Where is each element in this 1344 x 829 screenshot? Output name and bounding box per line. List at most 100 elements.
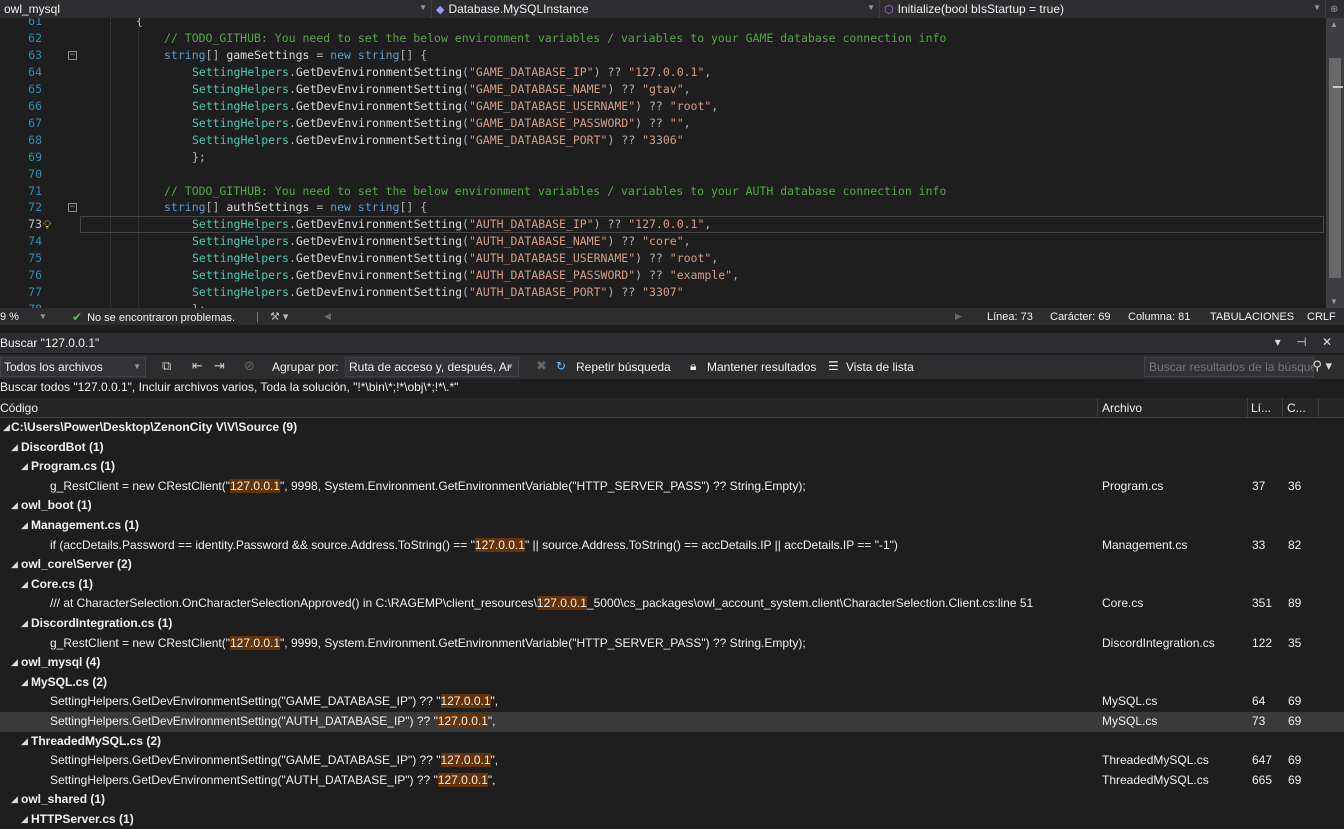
- column-line[interactable]: Lí...: [1251, 401, 1271, 415]
- column-separator[interactable]: [1282, 398, 1283, 418]
- expand-icon[interactable]: ◢: [21, 673, 28, 692]
- scroll-right-icon[interactable]: ▶: [955, 311, 962, 322]
- collapse-icon[interactable]: −: [68, 50, 77, 60]
- scroll-left-icon[interactable]: ◀: [324, 311, 331, 322]
- chevron-down-icon[interactable]: ▼: [39, 312, 47, 321]
- code-line[interactable]: 78};: [0, 301, 1326, 308]
- scrollbar-thumb[interactable]: [1329, 58, 1341, 278]
- column-separator[interactable]: [1247, 398, 1248, 418]
- result-col: 89: [1288, 596, 1302, 611]
- result-group[interactable]: ◢ DiscordIntegration.cs (1): [0, 614, 1344, 634]
- result-group[interactable]: ◢ Program.cs (1): [0, 457, 1344, 477]
- code-line[interactable]: 65 SettingHelpers.GetDevEnvironmentSettin…: [0, 81, 1326, 98]
- expand-icon[interactable]: ◢: [21, 810, 28, 829]
- stop-search-icon[interactable]: ✖: [536, 358, 547, 374]
- char-indicator[interactable]: Carácter: 69: [1050, 311, 1111, 323]
- code-editor[interactable]: 61 {62 // TODO_GITHUB: You need to set the…: [0, 18, 1344, 308]
- expand-icon[interactable]: ◢: [21, 732, 28, 751]
- code-line[interactable]: 77 SettingHelpers.GetDevEnvironmentSettin…: [0, 284, 1326, 301]
- column-separator[interactable]: [1318, 398, 1319, 418]
- clear-filter-icon[interactable]: ⊘: [244, 358, 255, 374]
- code-line[interactable]: 69};: [0, 149, 1326, 166]
- expand-icon[interactable]: ◢: [21, 575, 28, 594]
- list-view-button[interactable]: Vista de lista: [846, 360, 914, 374]
- code-line[interactable]: 76 SettingHelpers.GetDevEnvironmentSettin…: [0, 267, 1326, 284]
- repeat-search-button[interactable]: Repetir búsqueda: [576, 360, 671, 374]
- result-group[interactable]: ◢ C:\Users\Power\Desktop\ZenonCity V\V\So…: [0, 418, 1344, 438]
- group-by-dropdown[interactable]: Ruta de acceso y, después, Ar ▼: [345, 357, 519, 377]
- expand-icon[interactable]: ◢: [21, 516, 28, 535]
- result-group[interactable]: ◢ owl_mysql (4): [0, 653, 1344, 673]
- project-dropdown[interactable]: owl_mysql ▼: [0, 0, 432, 18]
- result-group[interactable]: ◢ Management.cs (1): [0, 516, 1344, 536]
- result-group[interactable]: ◢ Core.cs (1): [0, 575, 1344, 595]
- expand-icon[interactable]: ◢: [11, 653, 18, 672]
- expand-icon[interactable]: ◢: [21, 457, 28, 476]
- column-col[interactable]: C...: [1287, 401, 1306, 415]
- collapse-icon[interactable]: −: [68, 203, 77, 213]
- code-line[interactable]: 70: [0, 166, 1326, 183]
- code-line[interactable]: 66 SettingHelpers.GetDevEnvironmentSettin…: [0, 98, 1326, 115]
- code-line[interactable]: 64 SettingHelpers.GetDevEnvironmentSettin…: [0, 64, 1326, 81]
- result-line: 351: [1252, 596, 1273, 611]
- expand-icon[interactable]: ◢: [11, 790, 18, 809]
- column-separator[interactable]: [1097, 398, 1098, 418]
- result-group[interactable]: ◢ MySQL.cs (2): [0, 673, 1344, 693]
- expand-icon[interactable]: ◢: [11, 438, 18, 457]
- code-line[interactable]: 71 // TODO_GITHUB: You need to set the be…: [0, 183, 1326, 200]
- code-line[interactable]: 68 SettingHelpers.GetDevEnvironmentSettin…: [0, 132, 1326, 149]
- result-group[interactable]: ◢ DiscordBot (1): [0, 438, 1344, 458]
- eol-indicator[interactable]: CRLF: [1307, 311, 1336, 323]
- panel-controls[interactable]: ▾ ⊣ ✕: [1275, 335, 1338, 349]
- problems-indicator[interactable]: ✔ No se encontraron problemas.: [72, 310, 235, 324]
- result-group[interactable]: ◢ ThreadedMySQL.cs (2): [0, 732, 1344, 752]
- result-row[interactable]: /// at CharacterSelection.OnCharacterSel…: [0, 594, 1344, 614]
- code-line[interactable]: 63 − string[] gameSettings = new string[] …: [0, 47, 1326, 64]
- class-dropdown[interactable]: ◆ Database.MySQLInstance ▼: [432, 0, 880, 18]
- column-code[interactable]: Código: [0, 401, 38, 415]
- code-line[interactable]: 72 − string[] authSettings = new string[] …: [0, 199, 1326, 216]
- result-row[interactable]: SettingHelpers.GetDevEnvironmentSetting(…: [0, 771, 1344, 791]
- result-group[interactable]: ◢ HTTPServer.cs (1): [0, 810, 1344, 829]
- brush-icon[interactable]: ⚒ ▾: [270, 310, 288, 323]
- results-tree[interactable]: ◢ C:\Users\Power\Desktop\ZenonCity V\V\So…: [0, 418, 1344, 829]
- code-line[interactable]: 67 SettingHelpers.GetDevEnvironmentSettin…: [0, 115, 1326, 132]
- result-group[interactable]: ◢ owl_boot (1): [0, 496, 1344, 516]
- line-number: 76: [28, 268, 42, 283]
- result-group[interactable]: ◢ owl_core\Server (2): [0, 555, 1344, 575]
- expand-icon[interactable]: ◢: [21, 614, 28, 633]
- expand-icon[interactable]: ◢: [11, 555, 18, 574]
- method-dropdown[interactable]: ⬡ Initialize(bool bIsStartup = true) ▼: [880, 0, 1326, 18]
- result-row[interactable]: if (accDetails.Password == identity.Pass…: [0, 536, 1344, 556]
- copy-icon[interactable]: ⧉: [162, 358, 171, 374]
- code-line[interactable]: 💡︎ 73 SettingHelpers.GetDevEnvironmentSett…: [0, 216, 1326, 233]
- code-line[interactable]: 61 {: [0, 18, 1326, 30]
- search-results-input[interactable]: [1144, 357, 1314, 377]
- result-row[interactable]: SettingHelpers.GetDevEnvironmentSetting(…: [0, 751, 1344, 771]
- code-line[interactable]: 74 SettingHelpers.GetDevEnvironmentSettin…: [0, 233, 1326, 250]
- next-result-icon[interactable]: ⇥: [214, 358, 225, 374]
- line-indicator[interactable]: Línea: 73: [987, 311, 1033, 323]
- split-button[interactable]: ⊕: [1326, 0, 1344, 18]
- result-row[interactable]: g_RestClient = new CRestClient("127.0.0.…: [0, 477, 1344, 497]
- scope-dropdown[interactable]: Todos los archivos ▼: [0, 357, 146, 377]
- tabs-indicator[interactable]: TABULACIONES: [1210, 311, 1294, 323]
- zoom-level[interactable]: 9 %: [0, 311, 19, 323]
- previous-result-icon[interactable]: ⇤: [192, 358, 203, 374]
- result-group[interactable]: ◢ owl_shared (1): [0, 790, 1344, 810]
- editor-vertical-scrollbar[interactable]: ▲ ▼: [1326, 18, 1344, 308]
- expand-icon[interactable]: ◢: [3, 418, 10, 437]
- lightbulb-icon[interactable]: 💡︎: [43, 217, 51, 234]
- result-row[interactable]: SettingHelpers.GetDevEnvironmentSetting(…: [0, 712, 1344, 732]
- expand-icon[interactable]: ◢: [11, 496, 18, 515]
- keep-results-button[interactable]: Mantener resultados: [707, 360, 816, 374]
- result-row[interactable]: g_RestClient = new CRestClient("127.0.0.…: [0, 634, 1344, 654]
- result-row[interactable]: SettingHelpers.GetDevEnvironmentSetting(…: [0, 692, 1344, 712]
- code-line[interactable]: 75 SettingHelpers.GetDevEnvironmentSettin…: [0, 250, 1326, 267]
- scroll-down-icon[interactable]: ▼: [1330, 297, 1338, 306]
- code-line[interactable]: 62 // TODO_GITHUB: You need to set the be…: [0, 30, 1326, 47]
- scroll-up-icon[interactable]: ▲: [1330, 20, 1338, 29]
- column-indicator[interactable]: Columna: 81: [1128, 311, 1190, 323]
- column-file[interactable]: Archivo: [1102, 401, 1142, 415]
- search-icon[interactable]: ⚲ ▾: [1312, 358, 1332, 374]
